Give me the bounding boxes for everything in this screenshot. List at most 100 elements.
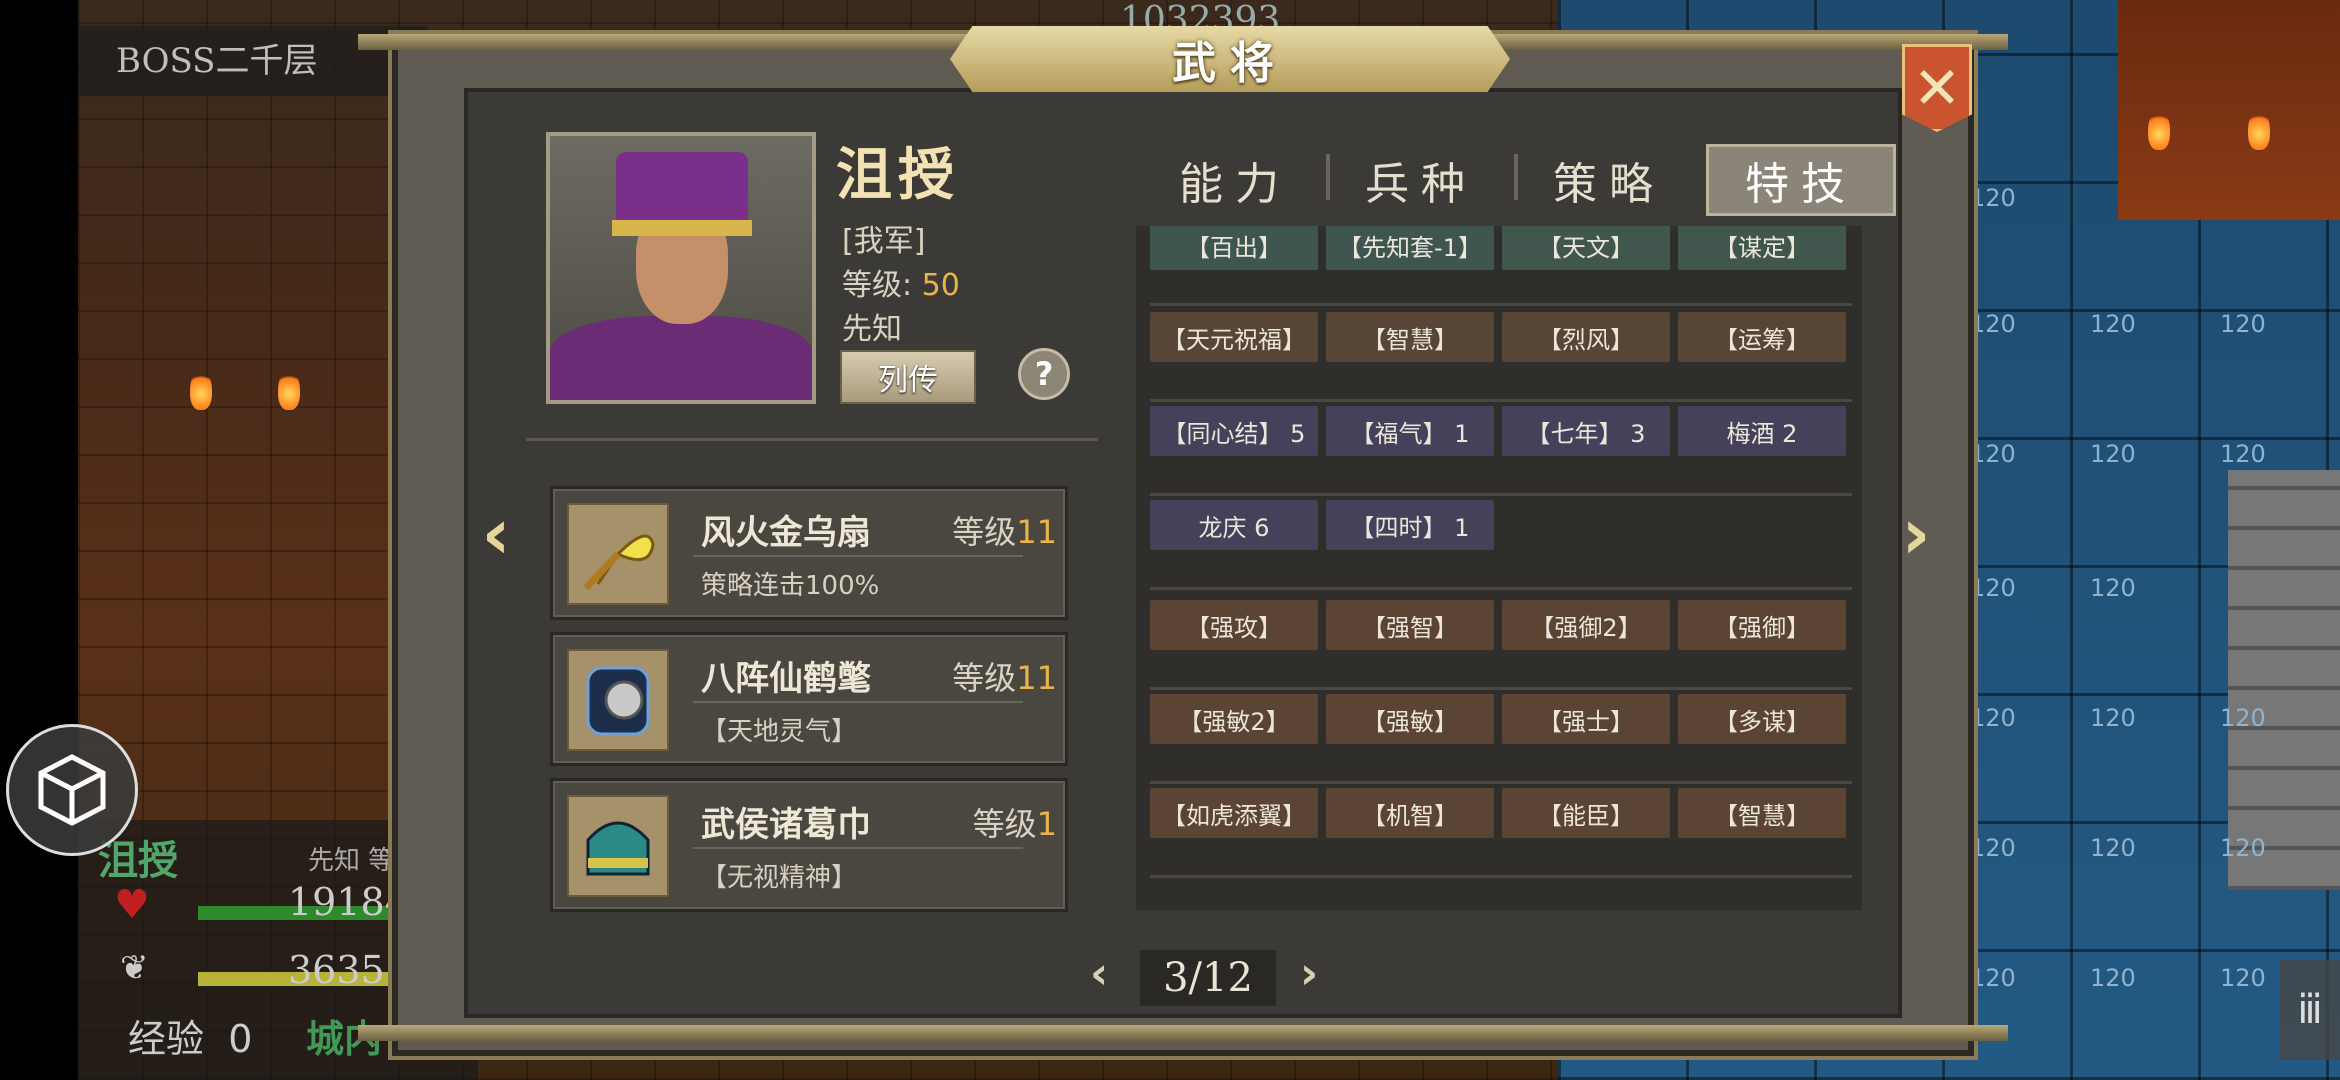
- dialog-bottom-rail: [358, 1025, 2008, 1041]
- chevron-right-icon: ›: [1300, 948, 1319, 999]
- skill-chip[interactable]: 【如虎添翼】: [1150, 788, 1318, 838]
- row-divider: [1150, 781, 1852, 784]
- skill-chip[interactable]: 【智慧】: [1326, 312, 1494, 362]
- help-button[interactable]: ?: [1018, 348, 1070, 400]
- skill-chip[interactable]: 【强攻】: [1150, 600, 1318, 650]
- tab-separator: [1514, 154, 1518, 200]
- torch-icon: [278, 370, 300, 410]
- equipment-level: 等级11: [952, 507, 1057, 553]
- hp-value: 19184: [288, 880, 409, 924]
- grid-value: 120: [2220, 440, 2266, 468]
- skill-chip[interactable]: 【强御】: [1678, 600, 1846, 650]
- close-x-icon: ✕: [1912, 54, 1962, 122]
- grid-value: 120: [2090, 704, 2136, 732]
- skill-chip[interactable]: 【多谋】: [1678, 694, 1846, 744]
- hero-level-value: 50: [921, 268, 960, 303]
- grid-value: 120: [2090, 834, 2136, 862]
- skill-chip[interactable]: 【天文】: [1502, 226, 1670, 270]
- torch-icon: [2248, 110, 2270, 150]
- next-general-button[interactable]: ›: [1894, 493, 1938, 575]
- equipment-desc: 策略连击100%: [701, 571, 880, 601]
- equipment-slot[interactable]: 武侯诸葛巾 等级1 【无视精神】: [550, 778, 1068, 912]
- skill-chip[interactable]: 【强士】: [1502, 694, 1670, 744]
- close-button[interactable]: ✕: [1902, 44, 1972, 132]
- skill-chip[interactable]: 【同心结】 5: [1150, 406, 1318, 456]
- grid-value: 120: [2090, 310, 2136, 338]
- row-divider: [1150, 493, 1852, 496]
- equipment-desc: 【天地灵气】: [701, 717, 858, 747]
- equipment-level: 等级11: [952, 653, 1057, 699]
- page-indicator: 3/12: [1140, 950, 1276, 1006]
- equipment-level-value: 1: [1036, 805, 1057, 843]
- equipment-level-label: 等级: [952, 659, 1017, 697]
- grid-value: 120: [2090, 964, 2136, 992]
- equipment-slot[interactable]: 风火金乌扇 等级11 策略连击100%: [550, 486, 1068, 620]
- hero-level-label: 等级:: [842, 268, 913, 303]
- letterbox-left: [0, 0, 78, 1080]
- dialog-title-plate: 武将: [950, 26, 1510, 92]
- grid-value: 120: [1970, 310, 2016, 338]
- skill-row: 【天元祝福】 【智慧】 【烈风】 【运筹】: [1150, 312, 1852, 402]
- skill-row: 【百出】 【先知套-1】 【天文】 【谋定】: [1150, 226, 1852, 306]
- torch-icon: [2148, 110, 2170, 150]
- grid-value: 120: [1970, 440, 2016, 468]
- grid-value: 120: [2090, 574, 2136, 602]
- divider: [526, 438, 1098, 441]
- skill-chip[interactable]: 【百出】: [1150, 226, 1318, 270]
- biography-button[interactable]: 列传: [840, 350, 976, 404]
- headband-icon: [567, 795, 669, 897]
- feather-icon: ❦: [120, 948, 149, 988]
- prev-general-button[interactable]: ‹: [474, 493, 518, 575]
- skill-chip[interactable]: 【强敏2】: [1150, 694, 1318, 744]
- tab-troop-type[interactable]: 兵种: [1346, 144, 1496, 216]
- skill-chip[interactable]: 【谋定】: [1678, 226, 1846, 270]
- equipment-slot[interactable]: 八阵仙鹤氅 等级11 【天地灵气】: [550, 632, 1068, 766]
- grid-value: 120: [2220, 964, 2266, 992]
- skill-chip[interactable]: 【能臣】: [1502, 788, 1670, 838]
- skill-chip[interactable]: 龙庆 6: [1150, 500, 1318, 550]
- skill-chip[interactable]: 【强御2】: [1502, 600, 1670, 650]
- skill-list-panel[interactable]: 【百出】 【先知套-1】 【天文】 【谋定】 【天元祝福】 【智慧】 【烈风】 …: [1136, 226, 1862, 910]
- grid-value: 120: [1970, 964, 2016, 992]
- skill-chip[interactable]: 【烈风】: [1502, 312, 1670, 362]
- equipment-name: 风火金乌扇: [701, 513, 871, 553]
- chevron-right-icon: ›: [1901, 493, 1931, 575]
- fan-icon: [567, 503, 669, 605]
- skill-chip[interactable]: 【强智】: [1326, 600, 1494, 650]
- chevron-left-icon: ‹: [1090, 948, 1109, 999]
- grid-value: 120: [2220, 704, 2266, 732]
- floating-assistant-button[interactable]: [6, 724, 138, 856]
- row-divider: [1150, 399, 1852, 402]
- skill-chip[interactable]: 【先知套-1】: [1326, 226, 1494, 270]
- skill-chip[interactable]: 【智慧】: [1678, 788, 1846, 838]
- portrait-robe: [550, 316, 812, 400]
- row-divider: [1150, 303, 1852, 306]
- page-next-button[interactable]: ›: [1300, 948, 1318, 999]
- portrait-hat: [616, 152, 748, 230]
- skill-chip[interactable]: 【福气】 1: [1326, 406, 1494, 456]
- tab-special-skills[interactable]: 特技: [1706, 144, 1896, 216]
- skill-chip[interactable]: 【强敏】: [1326, 694, 1494, 744]
- skill-chip[interactable]: 梅酒 2: [1678, 406, 1846, 456]
- skill-row: 龙庆 6 【四时】 1: [1150, 500, 1852, 590]
- equipment-name: 八阵仙鹤氅: [701, 659, 871, 699]
- hero-portrait: [546, 132, 816, 404]
- divider: [693, 555, 1023, 557]
- equipment-desc: 【无视精神】: [701, 863, 858, 893]
- skill-chip[interactable]: 【运筹】: [1678, 312, 1846, 362]
- side-menu-handle[interactable]: ⅲ: [2280, 960, 2340, 1060]
- skill-chip[interactable]: 【机智】: [1326, 788, 1494, 838]
- heart-icon: ♥: [114, 882, 150, 928]
- grid-value: 120: [2220, 310, 2266, 338]
- skill-chip[interactable]: 【四时】 1: [1326, 500, 1494, 550]
- skill-chip[interactable]: 【天元祝福】: [1150, 312, 1318, 362]
- tab-strategy[interactable]: 策略: [1534, 144, 1684, 216]
- hero-faction: [我军]: [842, 224, 926, 259]
- tab-ability[interactable]: 能力: [1160, 144, 1310, 216]
- page-prev-button[interactable]: ‹: [1090, 948, 1108, 999]
- divider: [693, 847, 1023, 849]
- exp-line: 经验 0: [128, 1008, 252, 1063]
- grid-value: 120: [1970, 834, 2016, 862]
- cloak-icon: [567, 649, 669, 751]
- skill-chip[interactable]: 【七年】 3: [1502, 406, 1670, 456]
